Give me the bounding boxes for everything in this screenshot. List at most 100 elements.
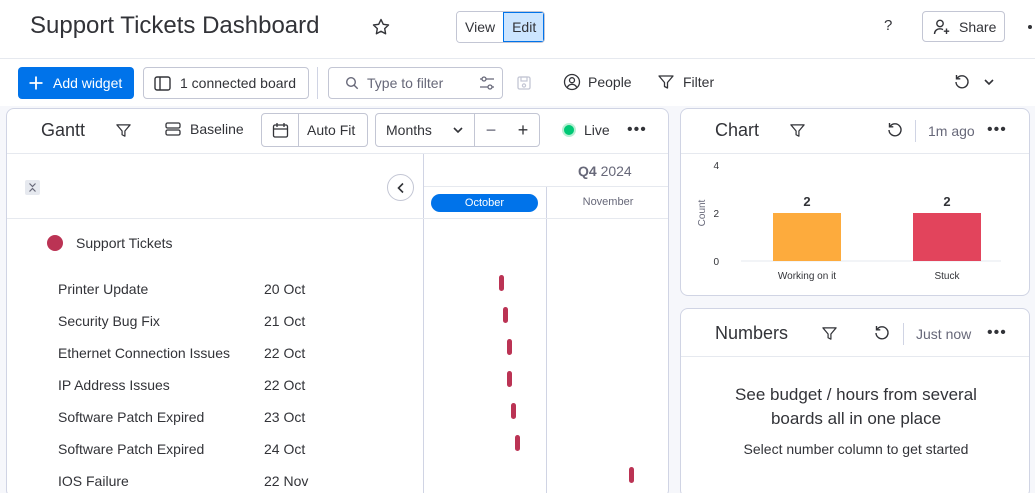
gantt-bar[interactable] xyxy=(629,467,635,483)
refresh-icon[interactable] xyxy=(873,324,891,342)
gantt-bar[interactable] xyxy=(503,307,509,323)
y-tick-label: 2 xyxy=(713,209,719,220)
share-button[interactable]: Share xyxy=(922,11,1005,42)
zoom-control: Months − + xyxy=(375,113,540,147)
item-date: 21 Oct xyxy=(264,313,306,329)
view-mode-button[interactable]: View xyxy=(457,12,504,42)
header-divider xyxy=(915,120,916,142)
add-widget-button[interactable]: Add widget xyxy=(18,67,134,99)
baseline-icon xyxy=(165,122,181,136)
history-button[interactable] xyxy=(953,73,995,91)
gantt-header: Gantt Baseline Auto Fit Months − + Live … xyxy=(7,109,668,154)
gantt-item-row[interactable]: IP Address Issues 22 Oct xyxy=(58,377,418,397)
plus-icon xyxy=(29,76,43,90)
more-menu-icon[interactable] xyxy=(1028,25,1032,29)
zoom-out-button[interactable]: − xyxy=(486,120,497,141)
live-status-dot xyxy=(562,123,576,137)
gantt-item-row[interactable]: Software Patch Expired 23 Oct xyxy=(58,409,418,429)
timescale-select[interactable]: Months xyxy=(376,114,475,146)
people-label: People xyxy=(588,74,632,90)
help-button[interactable]: ? xyxy=(884,17,892,34)
gantt-timeline: Q4 2024 October November xyxy=(424,154,668,493)
gantt-item-list: Support Tickets Printer Update 20 Oct Secu… xyxy=(7,154,424,493)
month-november: November xyxy=(582,196,634,208)
collapse-all-icon[interactable] xyxy=(25,180,40,195)
undo-icon xyxy=(955,75,969,89)
item-name: Security Bug Fix xyxy=(58,313,160,329)
refresh-icon[interactable] xyxy=(886,121,904,139)
gantt-item-row[interactable]: Security Bug Fix 21 Oct xyxy=(58,313,418,333)
list-header-divider xyxy=(7,218,424,219)
gantt-item-row[interactable]: Printer Update 20 Oct xyxy=(58,281,418,301)
item-date: 22 Nov xyxy=(264,473,309,489)
item-name: Software Patch Expired xyxy=(58,409,205,425)
more-options-icon[interactable]: ••• xyxy=(987,324,1007,342)
item-date: 20 Oct xyxy=(264,281,306,297)
connected-boards-label: 1 connected board xyxy=(180,75,296,91)
item-date: 24 Oct xyxy=(264,441,306,457)
gantt-bar[interactable] xyxy=(511,403,517,419)
funnel-icon[interactable] xyxy=(115,122,132,139)
y-tick-label: 4 xyxy=(713,161,719,172)
save-icon[interactable] xyxy=(516,75,532,91)
group-name: Support Tickets xyxy=(76,235,173,251)
more-options-icon[interactable]: ••• xyxy=(987,121,1007,139)
dashboard-toolbar: Add widget 1 connected board Type to fil… xyxy=(0,58,1035,106)
people-filter-button[interactable]: People xyxy=(563,73,632,91)
item-date: 22 Oct xyxy=(264,377,306,393)
numbers-empty-headline: See budget / hours from several boards a… xyxy=(735,385,977,428)
baseline-button[interactable]: Baseline xyxy=(164,121,244,137)
chart-updated-time: 1m ago xyxy=(928,123,975,139)
filter-input[interactable]: Type to filter xyxy=(328,67,503,99)
item-name: Software Patch Expired xyxy=(58,441,205,457)
gantt-item-row[interactable]: IOS Failure 22 Nov xyxy=(58,473,418,493)
quarter-label: Q4 2024 xyxy=(578,163,632,179)
group-header[interactable]: Support Tickets xyxy=(47,235,173,251)
filter-placeholder: Type to filter xyxy=(367,75,444,91)
month-gridline xyxy=(546,187,547,493)
gantt-item-row[interactable]: Software Patch Expired 24 Oct xyxy=(58,441,418,461)
item-name: IP Address Issues xyxy=(58,377,170,393)
add-person-icon xyxy=(933,19,950,34)
add-widget-label: Add widget xyxy=(53,75,123,91)
numbers-updated-time: Just now xyxy=(916,326,972,342)
share-label: Share xyxy=(959,18,997,35)
gantt-widget: Gantt Baseline Auto Fit Months − + Live … xyxy=(6,108,669,493)
more-options-icon[interactable]: ••• xyxy=(627,121,647,139)
item-date: 23 Oct xyxy=(264,409,306,425)
chart-widget: Chart 1m ago ••• 0 2 4 Count 2 Working on it 2… xyxy=(680,108,1030,296)
live-indicator[interactable]: Live xyxy=(562,122,610,138)
group-color-dot xyxy=(47,235,63,251)
month-october: October xyxy=(431,194,538,212)
x-tick-label: Working on it xyxy=(778,271,836,282)
funnel-icon[interactable] xyxy=(789,122,806,139)
toolbar-divider xyxy=(317,67,318,99)
funnel-icon[interactable] xyxy=(821,325,838,342)
calendar-icon[interactable] xyxy=(262,114,299,146)
auto-fit-label[interactable]: Auto Fit xyxy=(299,122,355,138)
gantt-bar[interactable] xyxy=(507,371,513,387)
timeline-header-divider xyxy=(424,218,668,219)
chart-header: Chart 1m ago ••• xyxy=(681,109,1029,154)
numbers-title: Numbers xyxy=(715,323,789,343)
item-name: IOS Failure xyxy=(58,473,129,489)
header-divider xyxy=(903,323,904,345)
numbers-header: Numbers Just now ••• xyxy=(681,309,1029,357)
gantt-bar[interactable] xyxy=(499,275,505,291)
chevron-left-icon xyxy=(396,182,404,193)
connected-boards-button[interactable]: 1 connected board xyxy=(143,67,309,99)
edit-mode-button[interactable]: Edit xyxy=(503,12,545,42)
chevron-down-icon xyxy=(984,79,994,86)
star-icon[interactable] xyxy=(371,17,391,37)
filter-button[interactable]: Filter xyxy=(657,73,714,91)
gantt-bar[interactable] xyxy=(507,339,513,355)
gantt-item-row[interactable]: Ethernet Connection Issues 22 Oct xyxy=(58,345,418,365)
zoom-in-button[interactable]: + xyxy=(518,120,529,141)
gantt-bar[interactable] xyxy=(515,435,520,451)
bar-chart: 0 2 4 Count 2 Working on it 2 Stuck xyxy=(697,161,1001,282)
bar-working-on-it xyxy=(773,213,841,261)
auto-fit-control[interactable]: Auto Fit xyxy=(261,113,368,147)
filter-settings-icon[interactable] xyxy=(472,76,502,90)
collapse-panel-button[interactable] xyxy=(387,174,414,201)
numbers-empty-subtext: Select number column to get started xyxy=(743,441,969,457)
